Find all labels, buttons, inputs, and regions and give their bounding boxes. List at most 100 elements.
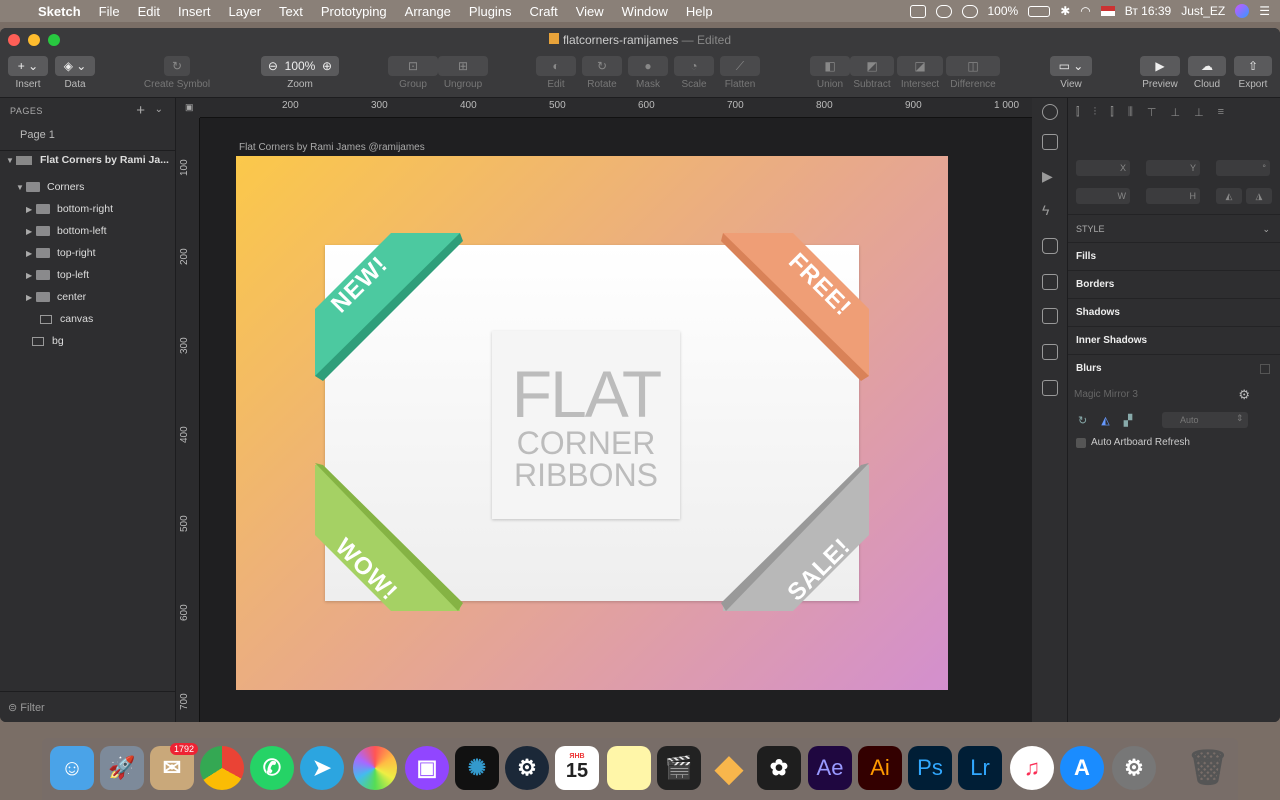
illustrator-icon[interactable]: Ai [858,746,902,790]
menu-plugins[interactable]: Plugins [469,4,512,19]
twitch-status-icon[interactable] [909,4,926,18]
layer-bottom-right[interactable]: ▶ bottom-right [0,199,176,219]
align-middle-icon[interactable]: ⊥ [1170,106,1180,119]
refresh-icon[interactable]: ↻ [1078,414,1087,427]
shadows-section[interactable]: Shadows [1068,298,1280,326]
difference-tool[interactable]: ◫ Difference [946,56,1000,90]
export-tool[interactable]: ⇧ Export [1234,56,1272,90]
cloud-status-icon[interactable] [935,4,952,18]
ungroup-icon[interactable]: ⊞ [438,56,488,76]
wifi-icon[interactable]: ◠ [1080,4,1090,18]
insert-tool[interactable]: + ⌄ Insert [8,56,48,90]
align-center-icon[interactable]: ⫶ [1094,106,1097,119]
chrome-icon[interactable] [200,746,244,790]
disclosure-icon[interactable]: ▶ [26,271,36,280]
zoom-in-icon[interactable]: ⊕ [322,59,332,73]
photos-icon[interactable] [353,746,397,790]
disclosure-icon[interactable]: ▶ [26,293,36,302]
twitch-icon[interactable]: ▣ [405,746,449,790]
mask-tool[interactable]: ● Mask [628,56,668,90]
subtract-icon[interactable]: ◩ [850,56,894,76]
lightning-icon[interactable]: ϟ [1042,202,1058,218]
bluetooth-icon[interactable]: ✱ [1060,4,1070,18]
filter-field[interactable]: ⊜ Filter [8,701,45,714]
list-icon[interactable] [1042,274,1058,290]
align-right-icon[interactable]: ⫿ [1110,106,1114,119]
craft-icon[interactable] [1042,104,1058,120]
layer-bg[interactable]: bg [0,331,176,351]
view-icon[interactable]: ▭ ⌄ [1050,56,1092,76]
whatsapp-icon[interactable]: ✆ [250,746,294,790]
union-icon[interactable]: ◧ [810,56,850,76]
menu-insert[interactable]: Insert [178,4,211,19]
user-name[interactable]: Just_EZ [1181,4,1225,18]
calendar-icon[interactable]: ЯНВ 15 [555,746,599,790]
system-preferences-icon[interactable]: ⚙ [1112,746,1156,790]
fills-section[interactable]: Fills [1068,242,1280,270]
style-header[interactable]: STYLE ⌄ [1068,214,1280,242]
layer-top-left[interactable]: ▶ top-left [0,265,176,285]
menu-window[interactable]: Window [622,4,668,19]
add-page-icon[interactable]: + [136,102,145,119]
trash-icon[interactable]: 🗑 [1186,746,1230,790]
cloud-icon[interactable]: ☁ [1188,56,1226,76]
image-icon[interactable] [1042,380,1058,396]
horizontal-ruler[interactable]: 200 300 400 500 600 700 800 900 1 000 [200,98,1032,118]
menu-arrange[interactable]: Arrange [405,4,451,19]
layer-artboard[interactable]: ▼ Flat Corners by Rami Ja... [0,150,176,170]
disclosure-icon[interactable]: ▼ [6,156,16,165]
export-artboard-icon[interactable]: ▞ [1124,414,1132,427]
ungroup-tool[interactable]: ⊞ Ungroup [438,56,488,90]
inner-shadows-section[interactable]: Inner Shadows [1068,326,1280,354]
upload-icon[interactable] [1042,134,1058,150]
figma-icon[interactable]: ✿ [757,746,801,790]
create-symbol-tool[interactable]: ↻ Create Symbol [140,56,214,90]
layers-icon[interactable]: ◈ ⌄ [55,56,95,76]
menu-text[interactable]: Text [279,4,303,19]
lock-icon[interactable]: ▣ [185,102,194,113]
notes-icon[interactable] [607,746,651,790]
menu-help[interactable]: Help [686,4,713,19]
height-field[interactable]: H [1146,188,1200,204]
battlenet-icon[interactable]: ✺ [455,746,499,790]
app-status-icon[interactable] [961,4,978,18]
intersect-icon[interactable]: ◪ [897,56,943,76]
telegram-icon[interactable]: ➤ [300,746,344,790]
flatten-icon[interactable]: ⟋ [720,56,760,76]
menu-layer[interactable]: Layer [229,4,262,19]
distribute-vertical-icon[interactable]: ≡ [1218,106,1224,119]
itunes-icon[interactable]: ♫ [1010,746,1054,790]
export-icon[interactable]: ⇧ [1234,56,1272,76]
menu-file[interactable]: File [99,4,120,19]
select-arrows-icon[interactable]: ⇕ [1236,413,1244,424]
resize-icon[interactable] [1042,344,1058,360]
canvas[interactable]: ▣ 200 300 400 500 600 700 800 900 1 000 … [176,98,1032,722]
layer-canvas[interactable]: canvas [0,309,176,329]
y-field[interactable]: Y [1146,160,1200,176]
play-icon[interactable]: ▶ [1140,56,1180,76]
steam-icon[interactable]: ⚙ [505,746,549,790]
rotate-icon[interactable]: ↻ [582,56,622,76]
scale-tool[interactable]: ◔ Scale [674,56,714,90]
launchpad-icon[interactable]: 🚀 [100,746,144,790]
vertical-ruler[interactable]: 100 200 300 400 500 600 700 [176,118,200,722]
chevron-down-icon[interactable]: ⌄ [1262,215,1270,243]
gear-icon[interactable]: ⚙ [1238,387,1250,403]
mask-icon[interactable]: ● [628,56,668,76]
align-left-icon[interactable]: ⫿ [1076,106,1080,119]
notification-icon[interactable]: ☰ [1259,4,1270,18]
zoom-field[interactable]: ⊖ 100% ⊕ [261,56,339,76]
clock[interactable]: Вт 16:39 [1125,4,1171,18]
distribute-icon[interactable]: ⫼ [1128,106,1133,119]
layer-bottom-left[interactable]: ▶ bottom-left [0,221,176,241]
flag-icon[interactable] [1100,6,1115,16]
lightroom-icon[interactable]: Lr [958,746,1002,790]
align-top-icon[interactable]: ⊤ [1147,106,1157,119]
center-title-card[interactable]: FLAT CORNER RIBBONS [492,331,680,519]
blurs-section[interactable]: Blurs [1068,354,1280,382]
auto-refresh-checkbox[interactable] [1076,437,1086,448]
rotate-tool[interactable]: ↻ Rotate [582,56,622,90]
intersect-tool[interactable]: ◪ Intersect [897,56,943,90]
sketch-icon[interactable]: ◆ [707,746,751,790]
x-field[interactable]: X [1076,160,1130,176]
